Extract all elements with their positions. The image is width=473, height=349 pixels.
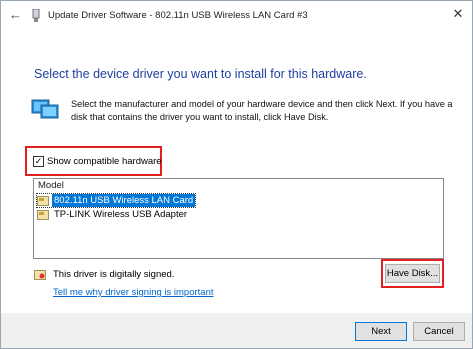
have-disk-button[interactable]: Have Disk... (385, 264, 440, 283)
signature-status-text: This driver is digitally signed. (53, 269, 175, 280)
hardware-icon (31, 99, 59, 119)
back-arrow-icon[interactable]: ← (9, 8, 23, 22)
page-heading: Select the device driver you want to ins… (34, 67, 367, 81)
model-listbox[interactable]: Model 802.11n USB Wireless LAN Card TP-L… (33, 178, 444, 259)
list-item-label: 802.11n USB Wireless LAN Card (52, 194, 196, 207)
window-title: Update Driver Software - 802.11n USB Wir… (48, 10, 308, 21)
dialog-window: ← Update Driver Software - 802.11n USB W… (0, 0, 473, 349)
list-item-label: TP-LINK Wireless USB Adapter (54, 209, 188, 220)
show-compatible-label[interactable]: Show compatible hardware (47, 156, 162, 167)
model-column-header[interactable]: Model (38, 180, 64, 191)
close-icon[interactable]: ✕ (449, 5, 467, 23)
instructions-text: Select the manufacturer and model of you… (71, 99, 453, 122)
driver-icon (37, 209, 49, 220)
next-button[interactable]: Next (355, 322, 407, 341)
list-item[interactable]: 802.11n USB Wireless LAN Card (35, 193, 197, 208)
cancel-button[interactable]: Cancel (413, 322, 465, 341)
list-item[interactable]: TP-LINK Wireless USB Adapter (37, 208, 189, 221)
signed-driver-icon (34, 270, 46, 280)
title-bar: ← Update Driver Software - 802.11n USB W… (1, 1, 472, 31)
show-compatible-checkbox[interactable]: ✓ (33, 156, 44, 167)
driver-icon (37, 195, 49, 206)
device-icon (32, 9, 40, 22)
driver-signing-link[interactable]: Tell me why driver signing is important (53, 287, 214, 298)
